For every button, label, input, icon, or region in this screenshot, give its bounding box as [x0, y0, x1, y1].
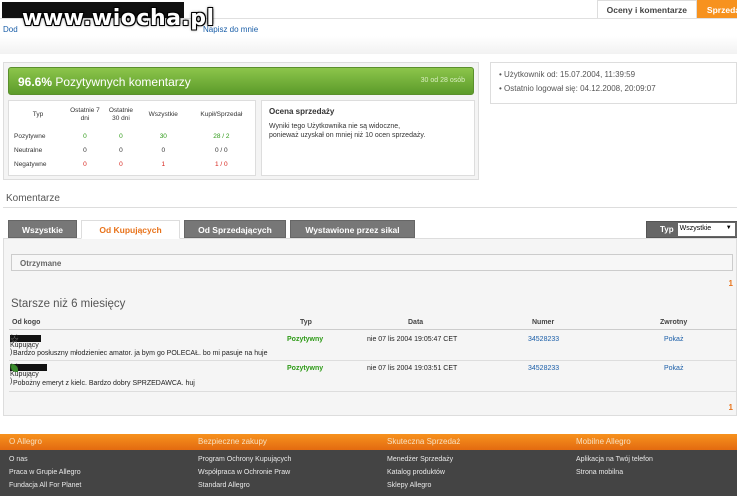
- footer-link[interactable]: O nas: [9, 456, 28, 463]
- user-since: Użytkownik od: 15.07.2004, 11:39:59: [504, 70, 636, 79]
- positive-rating-bar: 96.6% Pozytywnych komentarzy 30 od 28 os…: [8, 67, 474, 95]
- show-reply-link[interactable]: Pokaż: [664, 365, 683, 372]
- col-all: Wszystkie: [148, 111, 178, 118]
- sales-title: Ocena sprzedaży: [269, 107, 335, 116]
- sales-rating-box: Ocena sprzedaży Wyniki tego Użytkownika …: [261, 100, 475, 176]
- stats-value: 0 / 0: [215, 146, 228, 154]
- rating-label: Pozytywnych komentarzy: [55, 75, 191, 89]
- comment-text: Pobożny emeryt z kielc. Bardzo dobry SPR…: [13, 380, 195, 387]
- footer-link[interactable]: Fundacja All For Planet: [9, 482, 81, 489]
- received-section-header: Otrzymane: [11, 254, 733, 271]
- rating-percent: 96.6%: [18, 75, 53, 89]
- stats-row-positive: Pozytywne 0 0 30 28 / 2: [9, 129, 255, 143]
- rating-count: 30 od 28 osób: [420, 77, 465, 84]
- nav-link-add[interactable]: Dod: [3, 25, 18, 34]
- tab-issued-by-sikal[interactable]: Wystawione przez sikal: [290, 220, 415, 238]
- rating-stats-table: Typ Ostatnie 7 dni Ostatnie 30 dni Wszys…: [8, 100, 256, 176]
- col-return: Zwrotny: [660, 319, 688, 326]
- comments-heading: Komentarze: [3, 190, 737, 208]
- comment-date: nie 07 lis 2004 19:05:47 CET: [367, 336, 458, 343]
- stats-value: 1 / 0: [215, 160, 228, 168]
- stats-value: 0: [161, 146, 166, 154]
- comment-date: nie 07 lis 2004 19:03:51 CET: [367, 365, 458, 372]
- right-edge: [737, 0, 750, 496]
- comment-tabs: Wszystkie Od Kupujących Od Sprzedających…: [8, 220, 415, 239]
- row-divider: [9, 360, 737, 361]
- auction-number-link[interactable]: 34528233: [528, 365, 559, 372]
- user-last-login: Ostatnio logował się: 04.12.2008, 20:09:…: [504, 84, 656, 93]
- comment-text: Bardzo posłuszny młodzieniec amator. ja …: [13, 350, 268, 357]
- footer-link[interactable]: Katalog produktów: [387, 469, 445, 476]
- stats-row-negative: Negatywne 0 0 1 1 / 0: [9, 157, 255, 171]
- type-select-value: Wszystkie: [679, 225, 712, 232]
- chevron-down-icon: ▼: [725, 225, 732, 231]
- col-bought-sold: Kupił/Sprzedał: [200, 111, 243, 118]
- stats-value: 0: [83, 132, 87, 140]
- type-filter: Typ Wszystkie ▼: [646, 221, 738, 238]
- stats-value: 0: [83, 146, 87, 154]
- user-info-box: • Użytkownik od: 15.07.2004, 11:39:59 • …: [490, 62, 737, 104]
- footer-link[interactable]: Współpraca w Ochronie Praw: [198, 469, 290, 476]
- footer-link[interactable]: Sklepy Allegro: [387, 482, 431, 489]
- footer-title-selling: Skuteczna Sprzedaż: [387, 437, 461, 446]
- comments-table-header: Od kogo Typ Data Numer Zwrotny: [9, 317, 737, 330]
- stats-value: 0: [119, 160, 123, 168]
- type-select[interactable]: Wszystkie ▼: [677, 223, 735, 236]
- footer-link[interactable]: Praca w Grupie Allegro: [9, 469, 81, 476]
- tab-from-buyers[interactable]: Od Kupujących: [81, 220, 180, 239]
- auction-number-link[interactable]: 34528233: [528, 336, 559, 343]
- page-link-top[interactable]: 1: [729, 279, 733, 288]
- col-type: Typ: [32, 111, 44, 118]
- page-link-bottom[interactable]: 1: [729, 403, 733, 412]
- comment-type: Pozytywny: [287, 365, 324, 372]
- footer-link[interactable]: Strona mobilna: [576, 469, 623, 476]
- footer-link[interactable]: Aplikacja na Twój telefon: [576, 456, 653, 463]
- sales-desc-line1: Wyniki tego Użytkownika nie są widoczne,: [269, 123, 401, 130]
- stats-value: 0: [119, 132, 123, 140]
- comment-type: Pozytywny: [287, 336, 324, 343]
- stats-label: Pozytywne: [14, 132, 46, 140]
- tab-all[interactable]: Wszystkie: [8, 220, 77, 238]
- col-from: Od kogo: [12, 319, 41, 326]
- col-date: Data: [408, 319, 424, 326]
- stats-label: Neutralne: [14, 146, 43, 154]
- stats-row-neutral: Neutralne 0 0 0 0 / 0: [9, 143, 255, 157]
- col-type: Typ: [300, 319, 312, 326]
- col-number: Numer: [532, 319, 555, 326]
- watermark: www.wiocha.pl: [22, 6, 215, 31]
- type-filter-label: Typ: [660, 225, 674, 234]
- stats-value: 28 / 2: [213, 132, 230, 140]
- sales-desc-line2: ponieważ uzyskał on mniej niż 10 ocen sp…: [269, 132, 426, 139]
- footer-title-about: O Allegro: [9, 437, 42, 446]
- col-7-days: Ostatnie 7 dni: [70, 107, 100, 122]
- header-background: [0, 36, 750, 54]
- footer-link[interactable]: Menedżer Sprzedaży: [387, 456, 453, 463]
- show-reply-link[interactable]: Pokaż: [664, 336, 683, 343]
- stats-label: Negatywne: [14, 160, 47, 168]
- top-tabs: Oceny i komentarze Sprzeda: [596, 0, 750, 18]
- tab-ratings-comments[interactable]: Oceny i komentarze: [596, 0, 697, 18]
- footer-title-safe-shopping: Bezpieczne zakupy: [198, 437, 267, 446]
- row-divider: [9, 391, 737, 392]
- tab-from-sellers[interactable]: Od Sprzedających: [184, 220, 286, 238]
- stats-value: 0: [83, 160, 87, 168]
- footer-link[interactable]: Standard Allegro: [198, 482, 250, 489]
- footer-link[interactable]: Program Ochrony Kupujących: [198, 456, 291, 463]
- col-30-days: Ostatnie 30 dni: [108, 107, 134, 122]
- stats-value: 1: [161, 160, 166, 168]
- stats-value: 0: [119, 146, 123, 154]
- older-than-6-months-heading: Starsze niż 6 miesięcy: [11, 298, 126, 310]
- stats-value: 30: [159, 132, 167, 140]
- footer-title-mobile: Mobilne Allegro: [576, 437, 631, 446]
